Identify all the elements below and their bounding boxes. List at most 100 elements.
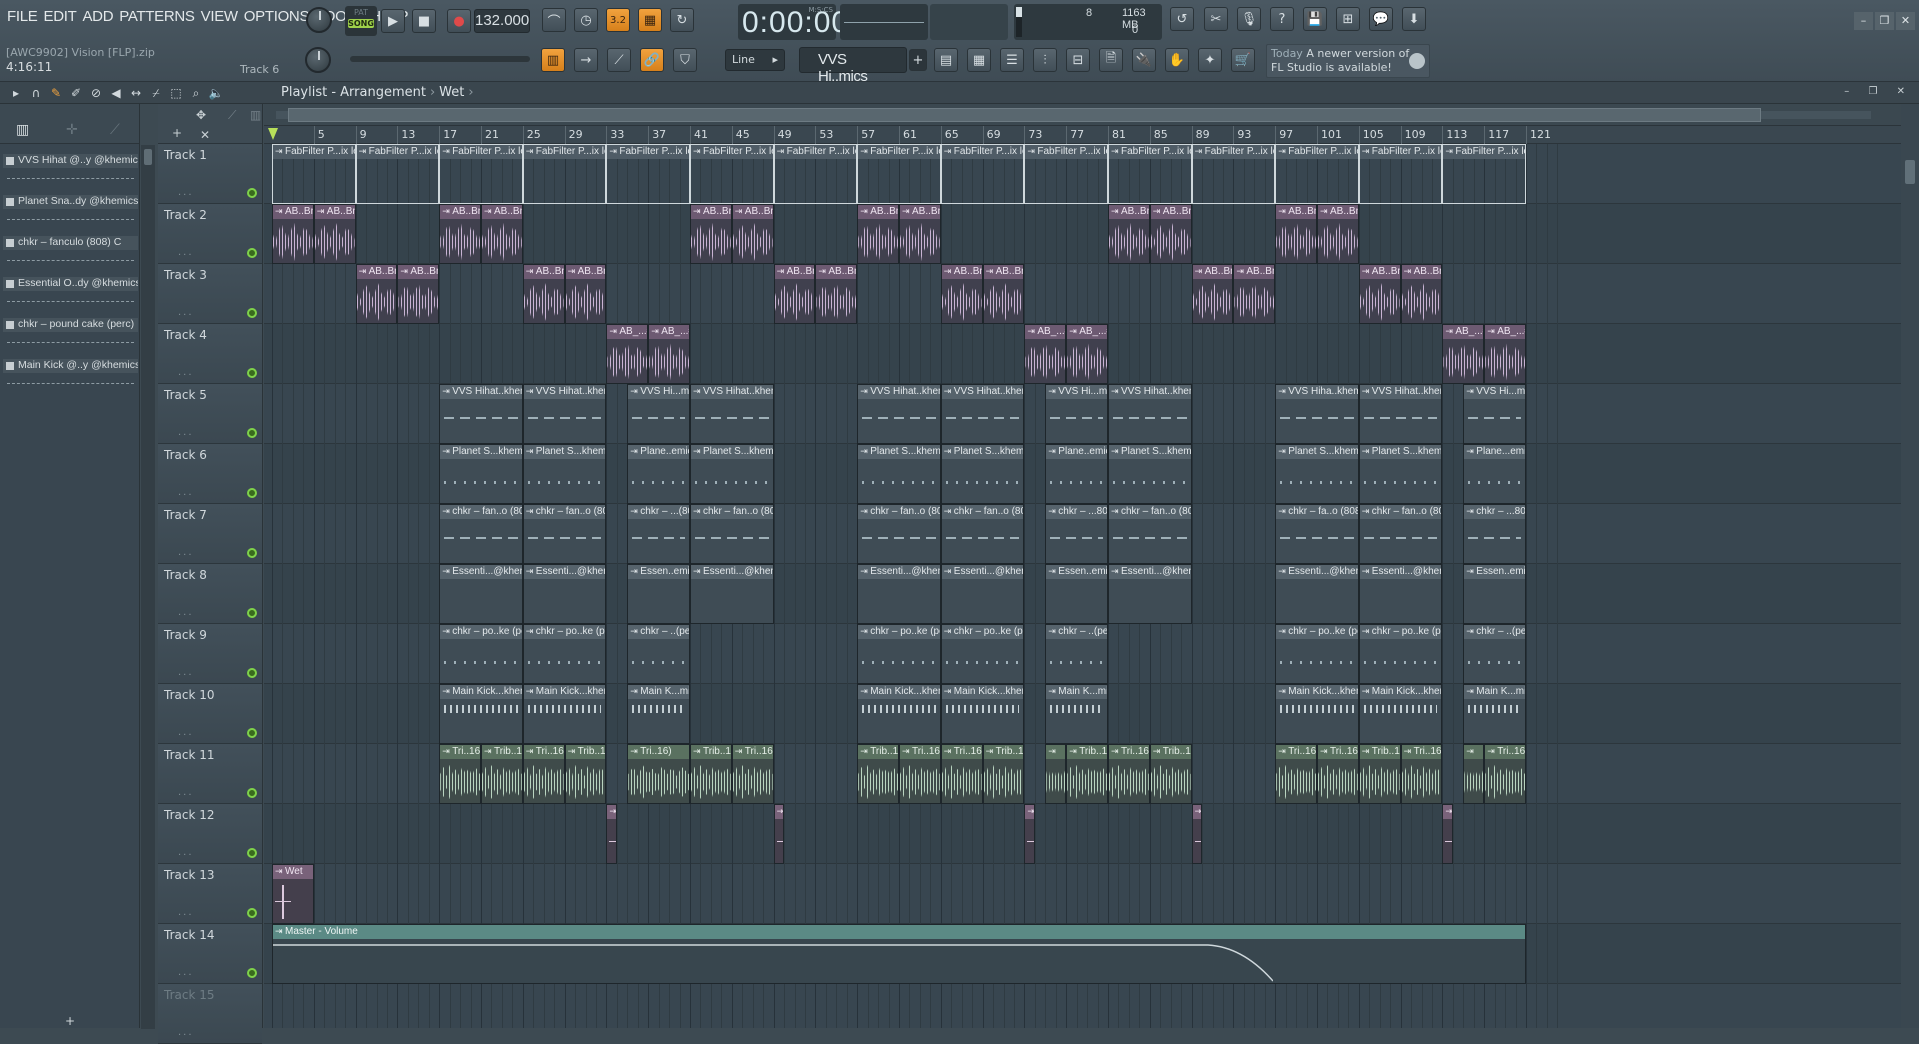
pattern-clip[interactable]: VVS Hihat..khemics_ (1358, 384, 1443, 444)
pattern-clip[interactable]: VVS Hihat..khemics_ (1108, 384, 1192, 444)
automation-clip[interactable]: FabFilter P...ix level (1358, 144, 1443, 204)
link-button[interactable]: 🔗 (640, 48, 664, 72)
minimize-icon[interactable]: – (1854, 12, 1873, 30)
audio-ab-clip[interactable]: AB..Bm (1149, 204, 1192, 264)
track-header[interactable]: Track 6 ··· (158, 444, 262, 504)
picker-add-icon[interactable]: + (0, 1014, 140, 1028)
track-enable-led-icon[interactable] (247, 668, 257, 678)
arrow-tool-button[interactable]: → (574, 48, 598, 72)
picker-item[interactable]: Main Kick @..y @khemics_ (3, 359, 138, 393)
project-browser-button[interactable]: 🗎 (1099, 48, 1123, 72)
horizontal-scrollbar[interactable] (264, 104, 1901, 126)
track-header[interactable]: Track 11 ··· (158, 744, 262, 804)
audio-ab-clip[interactable]: AB..Bm (522, 264, 565, 324)
save-new-button[interactable]: ⊞ (1336, 7, 1360, 31)
select-icon[interactable]: ⬚ (168, 85, 184, 101)
step-edit-button[interactable]: ▦ (638, 8, 662, 32)
pattern-clip[interactable]: chkr – ...808) C (1463, 504, 1526, 564)
menu-item-view[interactable]: VIEW (198, 8, 241, 25)
pattern-clip[interactable]: VVS Hihat..khemics_ (522, 384, 607, 444)
vertical-scrollbar[interactable] (1901, 104, 1919, 1028)
pattern-clip[interactable]: Essenti...@khemics_ (857, 564, 941, 624)
delete-icon[interactable]: ⊘ (88, 85, 104, 101)
slip-icon[interactable]: ↔ (128, 85, 144, 101)
time-display[interactable]: 0:00:00 M:S:CS (738, 4, 848, 40)
automation-clip[interactable]: FabFilter P...ix level (1442, 144, 1526, 204)
audio-ab-clip[interactable]: AB..Bm (899, 204, 941, 264)
pattern-clip[interactable]: Essenti...@khemics_ (439, 564, 523, 624)
audio-ab-clip[interactable]: AB..Bm (564, 264, 607, 324)
save-button[interactable]: 💾 (1303, 7, 1327, 31)
master-pitch-slider[interactable] (930, 4, 1008, 40)
add-track-icon[interactable]: + (172, 126, 182, 140)
track-lane[interactable] (264, 264, 1901, 324)
audio-ab-clip[interactable]: AB..Bm (857, 204, 899, 264)
audio-tri-clip[interactable] (1045, 744, 1067, 804)
pattern-clip[interactable]: chkr – po..ke (perc) (522, 624, 607, 684)
track-enable-led-icon[interactable] (247, 248, 257, 258)
performance-button[interactable]: ✦ (1198, 48, 1222, 72)
pattern-clip[interactable]: Main Kick...khemics_ (1358, 684, 1443, 744)
pattern-clip[interactable]: VVS Hihat..khemics_ (439, 384, 523, 444)
chat-button[interactable]: 💬 (1369, 7, 1393, 31)
tempo-display[interactable]: 132.000 (474, 9, 530, 33)
shop-button[interactable]: 🛒 (1231, 48, 1255, 72)
pattern-clip[interactable]: Main K...mics_ (1045, 684, 1108, 744)
audio-tri-clip[interactable]: Trib..16) (690, 744, 732, 804)
timeline-ruler[interactable]: 5 9 13 17 21 25 29 33 37 41 45 49 53 57 61 65 69 73 77 81 85… (264, 126, 1901, 144)
menu-item-add[interactable]: ADD (79, 8, 116, 25)
audio-tri-clip[interactable]: Trib..16) (481, 744, 523, 804)
audio-ab-clip[interactable]: AB..Bm (397, 264, 440, 324)
pattern-clip[interactable]: Planet S...khemics_ (1358, 444, 1443, 504)
track-lane[interactable] (264, 984, 1901, 1028)
pattern-clip[interactable]: Planet S...khemics_ (1108, 444, 1192, 504)
pattern-clip[interactable]: chkr – po..ke (perc) (1358, 624, 1443, 684)
picker-item[interactable]: Planet Sna..dy @khemics_ (3, 195, 138, 229)
undo-button[interactable]: ↺ (1170, 7, 1194, 31)
audio-ab-clip[interactable]: AB..Bm (773, 264, 816, 324)
pattern-clip[interactable]: chkr – ...808) C (1045, 504, 1108, 564)
menu-item-patterns[interactable]: PATTERNS (116, 8, 197, 25)
piano-track-icon[interactable]: ▥ (250, 108, 261, 122)
audio-ab-clip[interactable]: AB..Bm (815, 264, 858, 324)
automation-clip[interactable]: FabFilter P...ix level (940, 144, 1025, 204)
track-enable-led-icon[interactable] (247, 848, 257, 858)
audio-input-button[interactable]: 🎙 (1237, 7, 1261, 31)
audio-ab-clip[interactable]: AB..Bm (1275, 204, 1317, 264)
audio-ab-clip[interactable]: AB..Bm (1358, 264, 1401, 324)
pattern-clip[interactable]: VVS Hi...mics_ (1463, 384, 1526, 444)
track-enable-led-icon[interactable] (247, 908, 257, 918)
restore-icon[interactable]: ❐ (1875, 12, 1894, 30)
audio-ab-clip[interactable]: AB_...#2 (606, 324, 649, 384)
track-enable-led-icon[interactable] (247, 788, 257, 798)
vertical-scroll-thumb[interactable] (1905, 160, 1915, 184)
audio-tri-clip[interactable]: Trib..16) (982, 744, 1025, 804)
pattern-clip[interactable]: Plane..emics_ (627, 444, 690, 504)
track-enable-led-icon[interactable] (247, 728, 257, 738)
playlist-window-controls[interactable]: – ❐ ✕ (1844, 86, 1913, 97)
automation-clip[interactable]: FabFilter P...ix level (439, 144, 523, 204)
audio-ab-clip[interactable]: AB..Bm (1191, 264, 1234, 324)
project-slider[interactable] (350, 56, 530, 62)
pattern-clip[interactable]: Essenti...@khemics_ (940, 564, 1025, 624)
pattern-clip[interactable]: chkr – ..(perc) (1045, 624, 1108, 684)
track-header[interactable]: Track 1 ··· (158, 144, 262, 204)
hint-panel[interactable]: Today A newer version of FL Studio is av… (1266, 44, 1430, 78)
track-header[interactable]: Track 15 ··· (158, 984, 262, 1044)
audio-tri-clip[interactable]: Trib..16) (857, 744, 899, 804)
audio-ab-clip[interactable]: AB..Bm (731, 204, 774, 264)
track-enable-led-icon[interactable] (247, 488, 257, 498)
automation-clip[interactable]: FabFilter P...ix level (1275, 144, 1359, 204)
pattern-clip[interactable]: VVS Hi...mics_ (627, 384, 690, 444)
pattern-clip[interactable]: Main Kick...khemics_ (439, 684, 523, 744)
project-knob[interactable] (305, 47, 331, 73)
audio-ab-clip[interactable]: AB..Bm (439, 204, 481, 264)
audio-ab-clip[interactable]: AB..Bm (1317, 204, 1359, 264)
playhead-marker-icon[interactable] (268, 128, 278, 140)
metronome-button[interactable]: ⌒ (542, 8, 566, 32)
menu-item-file[interactable]: FILE (4, 8, 40, 25)
pattern-selector[interactable]: VVS Hi..mics_ (799, 47, 907, 85)
track-header[interactable]: Track 14 ··· (158, 924, 262, 984)
audio-perc-clip[interactable] (1191, 804, 1203, 864)
track-lane[interactable] (264, 804, 1901, 864)
